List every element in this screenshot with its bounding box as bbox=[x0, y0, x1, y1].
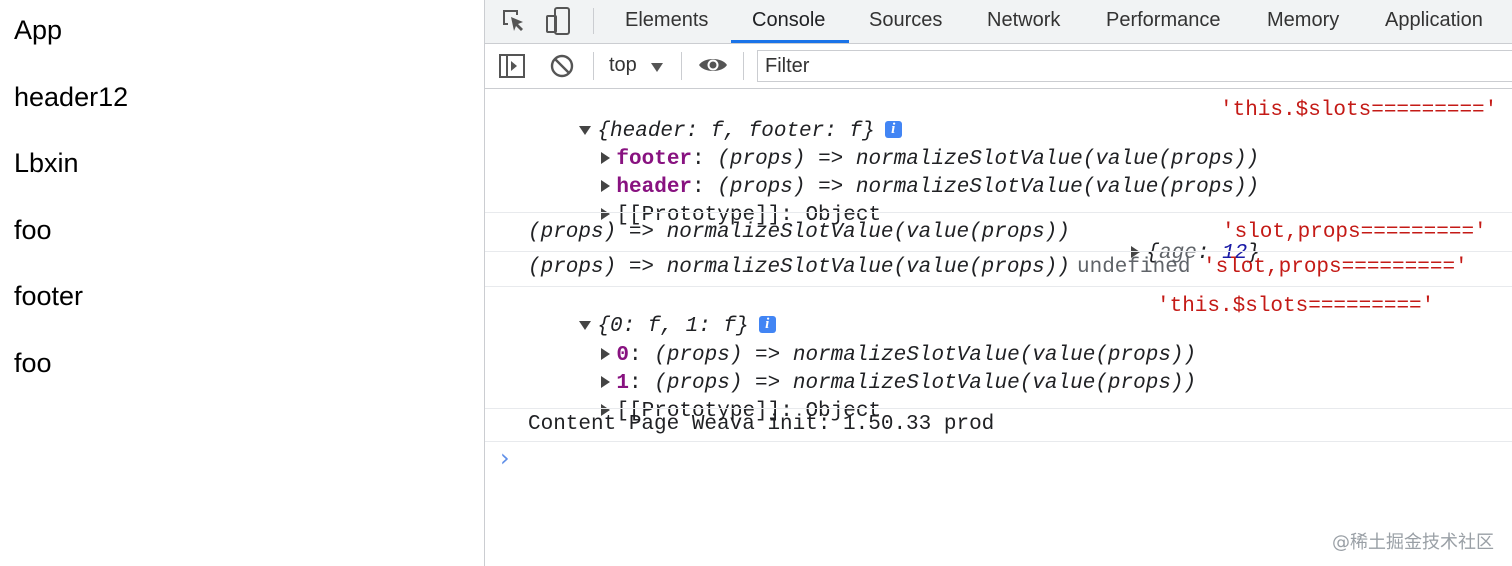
devtools-panel: Elements Console Sources Network Perform… bbox=[484, 0, 1512, 566]
clear-console-icon[interactable] bbox=[550, 54, 574, 83]
tab-memory[interactable]: Memory bbox=[1267, 0, 1339, 43]
toolbar-separator bbox=[743, 52, 744, 80]
log-function: (props) => normalizeSlotValue(value(prop… bbox=[528, 221, 1070, 244]
log-separator bbox=[485, 408, 1512, 409]
text-footer: footer bbox=[14, 281, 84, 311]
context-selector[interactable]: top bbox=[609, 54, 637, 77]
console-prompt-icon[interactable]: › bbox=[500, 444, 510, 472]
tab-elements[interactable]: Elements bbox=[625, 0, 708, 43]
log-separator bbox=[485, 251, 1512, 252]
log-function: (props) => normalizeSlotValue(value(prop… bbox=[528, 256, 1070, 279]
log-separator bbox=[485, 286, 1512, 287]
log-label: 'this.$slots=========' bbox=[1220, 99, 1498, 122]
log-undefined: undefined bbox=[1077, 256, 1191, 279]
log-label: 'slot,props=========' bbox=[1203, 256, 1468, 279]
tabbar-separator bbox=[593, 8, 594, 34]
watermark: @稀土掘金技术社区 bbox=[1332, 532, 1494, 553]
tab-console[interactable]: Console bbox=[752, 0, 825, 43]
text-header: header12 bbox=[14, 82, 129, 112]
tab-sources[interactable]: Sources bbox=[869, 0, 942, 43]
log-message: Content Page Weava init: 1.50.33 prod bbox=[528, 413, 995, 436]
dropdown-arrow-icon[interactable] bbox=[651, 60, 663, 78]
text-app: App bbox=[14, 15, 63, 45]
tab-application[interactable]: Application bbox=[1385, 0, 1483, 43]
tab-performance[interactable]: Performance bbox=[1106, 0, 1221, 43]
toolbar-separator bbox=[681, 52, 682, 80]
text-foo: foo bbox=[14, 215, 52, 245]
active-tab-indicator bbox=[731, 40, 849, 43]
devtools-tabbar: Elements Console Sources Network Perform… bbox=[485, 0, 1512, 44]
tab-network[interactable]: Network bbox=[987, 0, 1060, 43]
filter-input[interactable] bbox=[757, 50, 1512, 82]
sidebar-toggle-icon[interactable] bbox=[499, 54, 525, 83]
toolbar-separator bbox=[593, 52, 594, 80]
log-separator bbox=[485, 212, 1512, 213]
inspect-element-icon[interactable] bbox=[501, 8, 527, 39]
expand-triangle-icon[interactable] bbox=[601, 208, 611, 221]
log-label: 'this.$slots=========' bbox=[1157, 295, 1435, 318]
device-toolbar-icon[interactable] bbox=[545, 6, 573, 41]
text-lbxin: Lbxin bbox=[14, 148, 79, 178]
eye-icon[interactable] bbox=[698, 55, 728, 80]
log-separator bbox=[485, 441, 1512, 442]
console-toolbar: top bbox=[485, 44, 1512, 89]
rendered-page: App header12 Lbxin foo footer foo bbox=[0, 0, 484, 566]
log-label: 'slot,props=========' bbox=[1222, 221, 1487, 244]
text-foo-2: foo bbox=[14, 348, 52, 378]
